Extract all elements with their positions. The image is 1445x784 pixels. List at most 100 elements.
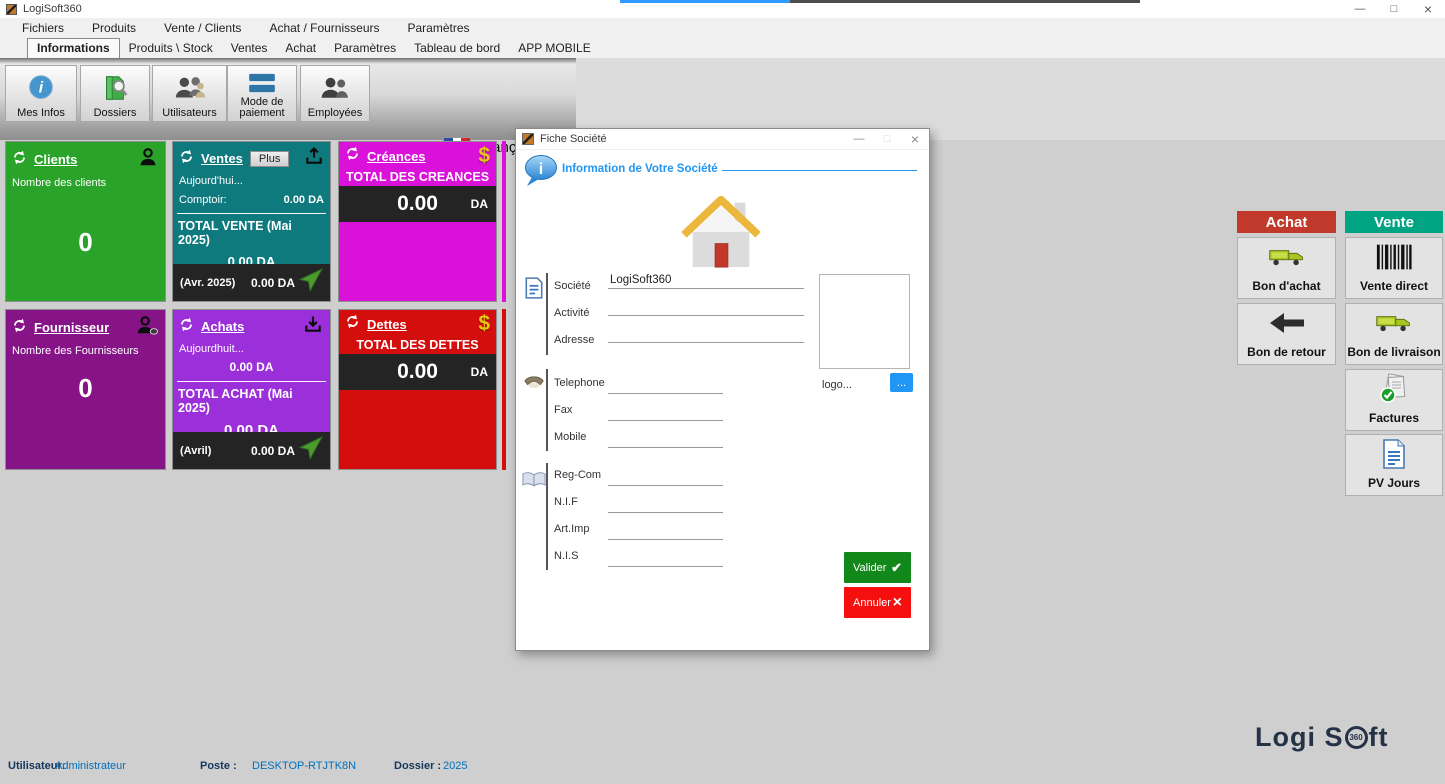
refresh-icon[interactable] [345,314,360,334]
menu-fichiers[interactable]: Fichiers [8,18,78,39]
tab-achat[interactable]: Achat [276,39,325,58]
report-document-icon [1382,435,1406,472]
tab-produits-stock[interactable]: Produits \ Stock [120,39,222,58]
bon-livraison-button[interactable]: Bon de livraison [1345,303,1443,365]
factures-button[interactable]: Factures [1345,369,1443,431]
achat-panel-header: Achat [1237,211,1336,233]
tab-app-mobile[interactable]: APP MOBILE [509,39,599,58]
tile-dettes[interactable]: Dettes $ TOTAL DES DETTES 0.00 DA [338,309,497,470]
ventes-total-label: TOTAL VENTE (Mai 2025) [173,219,330,247]
fournisseur-count-value: 0 [6,373,165,404]
tile-fournisseur-title[interactable]: Fournisseur [34,320,109,335]
achats-prev-value: 0.00 DA [251,444,295,458]
bon-achat-button[interactable]: Bon d'achat [1237,237,1336,299]
regcom-input[interactable] [608,469,723,486]
refresh-icon[interactable] [12,318,27,338]
tile-fournisseur[interactable]: Fournisseur Nombre des Fournisseurs 0 [5,309,166,470]
tile-creances-title[interactable]: Créances [367,149,426,164]
window-restore-button[interactable]: □ [1377,0,1411,18]
tile-creances[interactable]: Créances $ TOTAL DES CREANCES 0.00 DA [338,141,497,302]
tab-informations[interactable]: Informations [27,38,120,58]
dialog-maximize-button[interactable]: □ [873,129,901,149]
tile-dettes-title[interactable]: Dettes [367,317,407,332]
nis-input[interactable] [608,550,723,567]
tile-clients[interactable]: Clients Nombre des clients 0 [5,141,166,302]
window-minimize-button[interactable]: — [1343,0,1377,18]
artimp-input[interactable] [608,523,723,540]
activite-input[interactable] [608,299,804,316]
refresh-icon[interactable] [179,149,194,169]
tile-clients-title[interactable]: Clients [34,152,77,167]
dialog-close-button[interactable]: × [901,129,929,149]
top-strip-dark [790,0,1140,3]
refresh-icon[interactable] [345,146,360,166]
application-window: LogiSoft360 — □ × Fichiers Produits Vent… [0,0,1445,784]
window-title: LogiSoft360 [23,3,82,15]
group-bar [546,273,548,355]
annuler-button[interactable]: Annuler × [844,587,911,618]
mes-infos-button[interactable]: i Mes Infos [5,65,77,122]
adresse-input[interactable] [608,326,804,343]
dettes-total-label: TOTAL DES DETTES [339,338,496,352]
user-value: Administrateur [55,760,126,772]
bon-retour-button[interactable]: Bon de retour [1237,303,1336,365]
mode-de-paiement-button[interactable]: Mode de paiement [227,65,297,122]
creances-currency: DA [471,197,488,211]
tab-ventes[interactable]: Ventes [222,39,277,58]
divider [177,213,326,214]
group-bar [546,369,548,451]
tile-achats[interactable]: Achats Aujourdhuit... 0.00 DA TOTAL ACHA… [172,309,331,470]
societe-input[interactable] [608,272,804,289]
ventes-plus-button[interactable]: Plus [250,151,289,167]
group-bar [546,463,548,570]
dettes-currency: DA [471,365,488,379]
tile-ventes-title[interactable]: Ventes [201,151,243,166]
dialog-icon [522,133,534,145]
dossier-value: 2025 [443,760,467,772]
employees-button[interactable]: Employées [300,65,370,122]
logo-preview-box[interactable] [819,274,910,369]
valider-button[interactable]: Valider ✔ [844,552,911,583]
menu-vente-clients[interactable]: Vente / Clients [150,18,255,39]
pv-jours-button[interactable]: PV Jours [1345,434,1443,496]
annuler-label: Annuler [853,597,891,609]
refresh-icon[interactable] [12,150,27,170]
ventes-prev-label: (Avr. 2025) [180,277,235,289]
book-icon [522,471,546,493]
menu-parametres[interactable]: Paramètres [393,18,483,39]
dialog-minimize-button[interactable]: — [845,129,873,149]
window-close-button[interactable]: × [1411,0,1445,18]
fax-input[interactable] [608,404,723,421]
info-icon: i [26,68,56,108]
dossiers-button[interactable]: Dossiers [80,65,150,122]
achats-prev-label: (Avril) [180,445,211,457]
achats-total-label: TOTAL ACHAT (Mai 2025) [173,387,330,415]
regcom-label: Reg-Com [554,469,601,481]
folder-search-icon [100,68,130,108]
import-icon [302,314,324,339]
tile-achats-title[interactable]: Achats [201,319,244,334]
utilisateurs-button[interactable]: Utilisateurs [152,65,227,122]
dialog-titlebar[interactable]: Fiche Société — □ × [516,129,929,150]
comptoir-label: Comptoir: [179,194,227,206]
brand-part1: Logi S [1255,722,1344,753]
vente-direct-button[interactable]: Vente direct [1345,237,1443,299]
menu-produits[interactable]: Produits [78,18,150,39]
truck-icon [1375,304,1413,341]
activite-label: Activité [554,307,589,319]
app-icon [6,4,17,15]
nif-input[interactable] [608,496,723,513]
tab-tableau-de-bord[interactable]: Tableau de bord [405,39,509,58]
logo-browse-button[interactable]: ... [890,373,913,392]
dollar-icon: $ [478,315,490,333]
mobile-input[interactable] [608,431,723,448]
telephone-input[interactable] [608,377,723,394]
tile-ventes[interactable]: Ventes Plus Aujourd'hui... Comptoir: 0.0… [172,141,331,302]
poste-value: DESKTOP-RTJTK8N [252,760,356,772]
tile-sliver-bottom [502,309,506,470]
tab-parametres[interactable]: Paramètres [325,39,405,58]
vente-panel-header: Vente [1345,211,1443,233]
refresh-icon[interactable] [179,317,194,337]
fiche-societe-dialog: Fiche Société — □ × i Information de Vot… [515,128,930,651]
menu-achat-fournisseurs[interactable]: Achat / Fournisseurs [255,18,393,39]
